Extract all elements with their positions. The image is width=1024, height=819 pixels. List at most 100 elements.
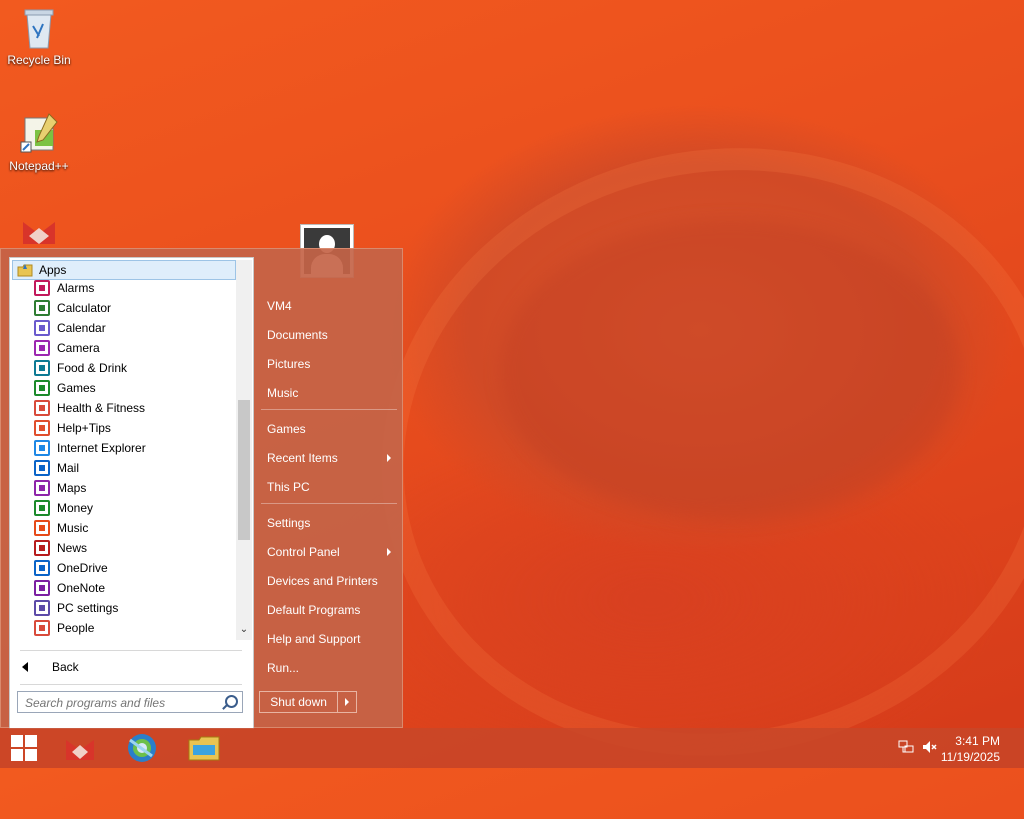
start-menu-link-label: Help and Support: [267, 632, 361, 646]
calendar-icon: [34, 320, 50, 336]
separator: [261, 409, 397, 410]
start-menu-link-label: Settings: [267, 516, 311, 530]
start-menu-link-pictures[interactable]: Pictures: [267, 357, 310, 371]
start-menu-link-label: Devices and Printers: [267, 574, 378, 588]
food-drink-icon: [34, 360, 50, 376]
separator: [20, 684, 242, 685]
desktop-icon-recycle-bin[interactable]: Recycle Bin: [2, 6, 76, 67]
app-item-label: Calendar: [57, 321, 106, 335]
app-item-calendar[interactable]: Calendar: [34, 318, 234, 338]
search-box[interactable]: [17, 691, 243, 713]
app-item-label: Health & Fitness: [57, 401, 146, 415]
app-item-label: Maps: [57, 481, 87, 495]
start-menu-link-recent-items[interactable]: Recent Items: [267, 451, 391, 465]
app-item-label: Food & Drink: [57, 361, 128, 375]
start-menu: Apps Alarms Calculator Calendar Camera Food …: [0, 248, 403, 729]
camera-icon: [34, 340, 50, 356]
search-input[interactable]: [23, 693, 223, 713]
app-item-onedrive[interactable]: OneDrive: [34, 558, 234, 578]
start-menu-link-this-pc[interactable]: This PC: [267, 480, 310, 494]
start-menu-link-label: Recent Items: [267, 451, 338, 465]
start-menu-link-label: Documents: [267, 328, 328, 342]
taskbar: 3:41 PM 11/19/2025: [0, 728, 1024, 768]
back-button[interactable]: Back: [18, 660, 79, 674]
app-item-pc-settings[interactable]: PC settings: [34, 598, 234, 618]
shutdown-options-arrow-icon[interactable]: [338, 692, 356, 712]
network-icon[interactable]: [898, 740, 914, 754]
windows-start-icon[interactable]: [11, 735, 37, 761]
maps-icon: [34, 480, 50, 496]
volume-muted-icon[interactable]: [922, 740, 938, 754]
app-item-label: Games: [57, 381, 96, 395]
app-item-maps[interactable]: Maps: [34, 478, 234, 498]
start-menu-link-vm4[interactable]: VM4: [267, 299, 292, 313]
shutdown-button-group: Shut down: [259, 691, 357, 713]
app-shortcut-icon[interactable]: [60, 732, 100, 764]
news-icon: [34, 540, 50, 556]
scrollbar-thumb[interactable]: [238, 400, 250, 540]
start-menu-link-label: VM4: [267, 299, 292, 313]
app-item-internet-explorer[interactable]: Internet Explorer: [34, 438, 234, 458]
start-menu-link-label: This PC: [267, 480, 310, 494]
app-item-music[interactable]: Music: [34, 518, 234, 538]
clock-date: 11/19/2025: [940, 750, 1000, 764]
apps-folder-label: Apps: [39, 263, 67, 277]
app-item-label: Mail: [57, 461, 80, 475]
app-item-label: Money: [57, 501, 94, 515]
start-menu-link-label: Music: [267, 386, 299, 400]
app-item-money[interactable]: Money: [34, 498, 234, 518]
shutdown-button[interactable]: Shut down: [260, 692, 339, 712]
app-item-label: Help+Tips: [57, 421, 111, 435]
app-item-alarms[interactable]: Alarms: [34, 278, 234, 298]
app-item-label: Internet Explorer: [57, 441, 146, 455]
submenu-arrow-icon: [387, 454, 391, 462]
start-menu-link-label: Games: [267, 422, 306, 436]
app-item-camera[interactable]: Camera: [34, 338, 234, 358]
app-item-news[interactable]: News: [34, 538, 234, 558]
app-item-people[interactable]: People: [34, 618, 234, 638]
app-item-onenote[interactable]: OneNote: [34, 578, 234, 598]
separator: [261, 503, 397, 504]
notepad-plus-plus-icon: [19, 112, 59, 156]
pc-settings-icon: [34, 600, 50, 616]
start-menu-link-label: Control Panel: [267, 545, 340, 559]
desktop-icon-notepad-plus-plus[interactable]: Notepad++: [2, 112, 76, 173]
app-item-label: News: [57, 541, 88, 555]
desktop-icon-label: Recycle Bin: [7, 53, 71, 67]
search-icon[interactable]: [225, 695, 238, 708]
app-item-health-fitness[interactable]: Health & Fitness: [34, 398, 234, 418]
programs-scrollbar[interactable]: ⌄: [236, 260, 252, 640]
app-item-label: Calculator: [57, 301, 112, 315]
apps-folder-header[interactable]: Apps: [12, 260, 236, 280]
apps-folder-icon: [17, 263, 33, 277]
start-menu-link-run[interactable]: Run...: [267, 661, 299, 675]
app-item-label: OneDrive: [57, 561, 108, 575]
desktop-icon-label: Notepad++: [9, 159, 69, 173]
app-item-food-drink[interactable]: Food & Drink: [34, 358, 234, 378]
start-menu-link-help-and-support[interactable]: Help and Support: [267, 632, 360, 646]
file-explorer-icon[interactable]: [184, 732, 224, 764]
start-menu-link-documents[interactable]: Documents: [267, 328, 328, 342]
start-menu-link-control-panel[interactable]: Control Panel: [267, 545, 391, 559]
system-clock[interactable]: 3:41 PM 11/19/2025: [941, 733, 1000, 765]
app-item-games[interactable]: Games: [34, 378, 234, 398]
browser-icon[interactable]: [122, 732, 162, 764]
app-item-mail[interactable]: Mail: [34, 458, 234, 478]
start-menu-link-settings[interactable]: Settings: [267, 516, 310, 530]
start-menu-link-games[interactable]: Games: [267, 422, 306, 436]
app-item-calculator[interactable]: Calculator: [34, 298, 234, 318]
start-menu-link-music[interactable]: Music: [267, 386, 298, 400]
app-item-label: Camera: [57, 341, 100, 355]
start-menu-link-label: Pictures: [267, 357, 311, 371]
submenu-arrow-icon: [387, 548, 391, 556]
calculator-icon: [34, 300, 50, 316]
start-menu-link-label: Default Programs: [267, 603, 361, 617]
money-icon: [34, 500, 50, 516]
music-icon: [34, 520, 50, 536]
scroll-down-arrow-icon[interactable]: ⌄: [236, 624, 252, 640]
start-menu-link-default-programs[interactable]: Default Programs: [267, 603, 360, 617]
app-item-help-tips[interactable]: Help+Tips: [34, 418, 234, 438]
back-label: Back: [52, 660, 79, 674]
start-menu-link-devices-and-printers[interactable]: Devices and Printers: [267, 574, 378, 588]
separator: [20, 650, 242, 651]
